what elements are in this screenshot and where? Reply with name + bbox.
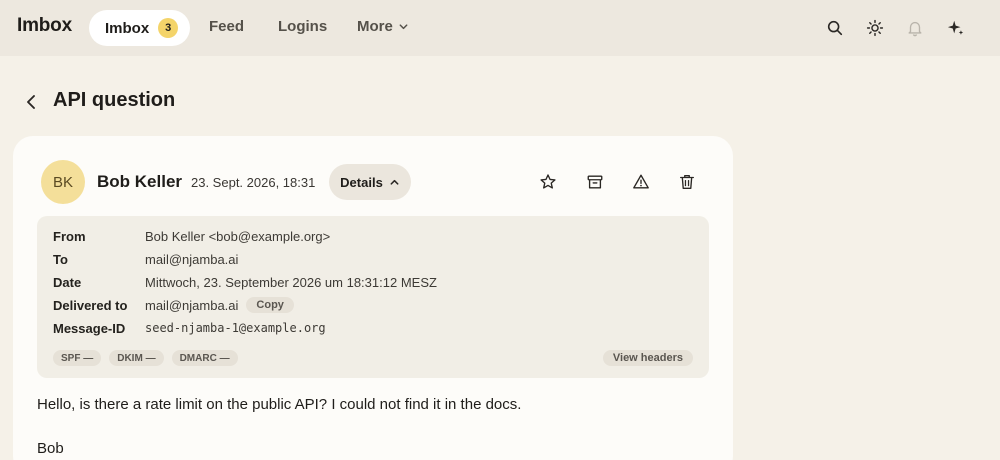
header-value: seed-njamba-1@example.org xyxy=(145,321,326,335)
nav-tab-logins[interactable]: Logins xyxy=(278,18,327,35)
nav-tab-imbox[interactable]: Imbox 3 xyxy=(89,10,190,46)
copy-button[interactable]: Copy xyxy=(246,297,294,313)
message-body: Hello, is there a rate limit on the publ… xyxy=(37,396,522,413)
details-toggle-button[interactable]: Details xyxy=(329,164,411,200)
nav-tab-label: Imbox xyxy=(105,19,150,37)
app-logo[interactable]: Imbox xyxy=(17,15,72,37)
header-key: Message-ID xyxy=(53,320,126,336)
header-value: mail@njamba.ai xyxy=(145,251,239,267)
top-bar: Imbox Imbox 3 Feed Logins More xyxy=(0,0,1000,56)
trash-icon[interactable] xyxy=(675,170,699,194)
header-row-to: To mail@njamba.ai xyxy=(53,250,238,268)
sender-name: Bob Keller xyxy=(97,172,183,191)
sent-date: 23. Sept. 2026, 18:31 xyxy=(191,175,316,190)
chevron-down-icon xyxy=(398,21,409,32)
dmarc-status-badge: DMARC — xyxy=(171,350,238,366)
avatar: BK xyxy=(41,160,85,204)
details-label: Details xyxy=(340,174,383,190)
dkim-status-badge: DKIM — xyxy=(109,350,164,366)
chevron-up-icon xyxy=(389,177,400,188)
sun-icon[interactable] xyxy=(863,16,887,40)
message-signature: Bob xyxy=(37,440,64,457)
auth-status-chips: SPF — DKIM — DMARC — xyxy=(53,350,238,366)
nav-more-label: More xyxy=(357,18,393,35)
header-key: Delivered to xyxy=(53,297,128,313)
star-icon[interactable] xyxy=(536,170,560,194)
view-headers-button[interactable]: View headers xyxy=(602,350,693,366)
header-key: To xyxy=(53,251,68,267)
spf-status-badge: SPF — xyxy=(53,350,102,366)
archive-icon[interactable] xyxy=(583,170,607,194)
search-icon[interactable] xyxy=(823,16,847,40)
message-card: BK Bob Keller 23. Sept. 2026, 18:31 Deta… xyxy=(13,136,733,460)
message-details-panel: From Bob Keller <bob@example.org> To mai… xyxy=(37,216,709,378)
header-key: From xyxy=(53,228,86,244)
header-row-message-id: Message-ID seed-njamba-1@example.org xyxy=(53,319,326,337)
sparkle-icon[interactable] xyxy=(944,16,968,40)
header-key: Date xyxy=(53,274,82,290)
header-value: mail@njamba.ai xyxy=(145,297,239,313)
back-arrow-icon[interactable] xyxy=(20,90,42,114)
header-value: Bob Keller <bob@example.org> xyxy=(145,228,331,244)
warning-icon[interactable] xyxy=(629,170,653,194)
nav-more-menu[interactable]: More xyxy=(357,18,409,35)
nav-tab-feed[interactable]: Feed xyxy=(209,18,244,35)
unread-badge: 3 xyxy=(158,18,179,38)
page-title: API question xyxy=(53,89,176,111)
header-row-date: Date Mittwoch, 23. September 2026 um 18:… xyxy=(53,273,437,291)
header-value: Mittwoch, 23. September 2026 um 18:31:12… xyxy=(145,274,437,290)
bell-icon[interactable] xyxy=(903,16,927,40)
header-row-from: From Bob Keller <bob@example.org> xyxy=(53,227,330,245)
header-row-delivered-to: Delivered to mail@njamba.ai Copy xyxy=(53,296,294,314)
